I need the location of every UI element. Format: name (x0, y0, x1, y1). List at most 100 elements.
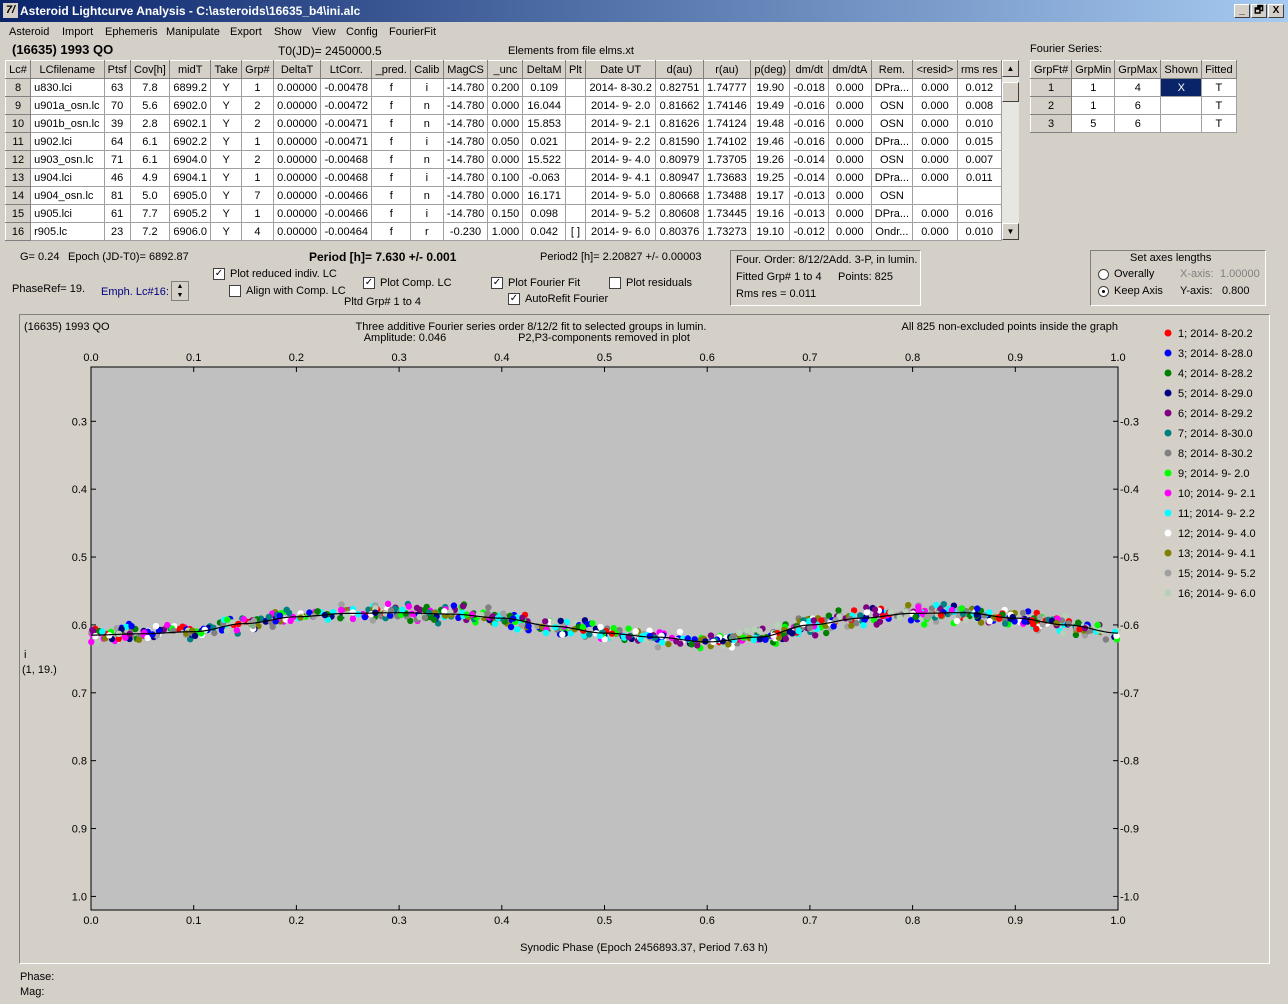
lc-table-cell[interactable]: i (410, 168, 444, 187)
lc-table-cell[interactable]: -14.780 (442, 78, 489, 97)
lc-table-cell[interactable]: r (410, 222, 444, 241)
lc-table-cell[interactable]: f (371, 132, 412, 151)
lc-table-cell[interactable]: DPra... (870, 204, 914, 223)
lc-table-cell[interactable]: 15 (4, 204, 32, 223)
lc-table-row[interactable]: 14 u904_osn.lc 81 5.0 6905.0 Y 7 0.00000 -0.0046… (4, 186, 1003, 205)
lc-table-cell[interactable]: 0.000 (912, 222, 958, 241)
lc-table-cell[interactable]: 0.00000 (272, 222, 322, 241)
lc-table-cell[interactable]: 0.00000 (272, 204, 322, 223)
lc-table-cell[interactable]: 1.73683 (702, 168, 752, 187)
lc-table-cell[interactable] (912, 186, 958, 205)
lc-table-cell[interactable]: n (410, 96, 444, 115)
lc-table-cell[interactable]: -0.00471 (320, 114, 373, 133)
lc-table-cell[interactable]: DPra... (870, 78, 914, 97)
lc-table-cell[interactable]: 19.49 (750, 96, 791, 115)
lc-table-cell[interactable]: i (410, 132, 444, 151)
plot-reduced-checkbox[interactable]: ✓ Plot reduced indiv. LC (213, 268, 337, 281)
lc-table-row[interactable]: 12 u903_osn.lc 71 6.1 6904.0 Y 2 0.00000 -0.0046… (4, 150, 1003, 169)
lc-table-col-header[interactable]: MagCS (442, 60, 489, 79)
lc-table-cell[interactable]: 6904.0 (169, 150, 212, 169)
lc-table-cell[interactable] (564, 204, 586, 223)
lc-table-cell[interactable]: Y (210, 150, 242, 169)
lc-table-col-header[interactable]: r(au) (702, 60, 752, 79)
fourier-table-cell[interactable]: T (1201, 78, 1237, 97)
lc-table-cell[interactable]: -0.00472 (320, 96, 373, 115)
table-scrollbar[interactable]: ▲ ▼ (1002, 60, 1019, 240)
lc-table-cell[interactable]: 1 (240, 78, 274, 97)
fourier-table-col-header[interactable]: Shown (1160, 60, 1203, 79)
lc-table-cell[interactable]: 0.010 (956, 222, 1003, 241)
lc-table-cell[interactable]: 0.050 (487, 132, 524, 151)
lc-table-cell[interactable]: 7.8 (129, 78, 171, 97)
lc-table-cell[interactable]: f (371, 114, 412, 133)
lc-table-cell[interactable]: 0.000 (912, 78, 958, 97)
plot-residuals-checkbox[interactable]: Plot residuals (609, 277, 692, 290)
lc-table-col-header[interactable]: Take (210, 60, 242, 79)
lc-table-cell[interactable]: f (371, 168, 412, 187)
lc-table-cell[interactable]: 13 (4, 168, 32, 187)
lc-table-cell[interactable]: Y (210, 222, 242, 241)
lc-table-col-header[interactable]: LtCorr. (320, 60, 373, 79)
lc-table-cell[interactable]: -14.780 (442, 132, 489, 151)
lc-table-cell[interactable]: u830.lci (30, 78, 105, 97)
lc-table-cell[interactable]: 1 (240, 168, 274, 187)
lc-table-cell[interactable]: 0.000 (828, 168, 872, 187)
lc-table-cell[interactable]: f (371, 186, 412, 205)
lc-table-cell[interactable]: 2014- 9- 4.0 (584, 150, 657, 169)
lc-table-cell[interactable]: -0.063 (522, 168, 566, 187)
lc-table-cell[interactable]: -14.780 (442, 114, 489, 133)
lc-table-cell[interactable]: 23 (103, 222, 131, 241)
lc-table-cell[interactable]: 46 (103, 168, 131, 187)
lc-table-cell[interactable]: f (371, 204, 412, 223)
lc-table-cell[interactable]: Y (210, 114, 242, 133)
lc-table-cell[interactable]: 7.2 (129, 222, 171, 241)
lc-table-cell[interactable]: 1 (240, 204, 274, 223)
lc-table-cell[interactable]: 15.853 (522, 114, 566, 133)
lc-table-cell[interactable]: 1.73445 (702, 204, 752, 223)
lc-table-cell[interactable]: 2014- 9- 2.2 (584, 132, 657, 151)
lc-table-cell[interactable]: 6.1 (129, 132, 171, 151)
lc-table-cell[interactable] (564, 168, 586, 187)
lc-table-cell[interactable]: 0.000 (828, 186, 872, 205)
lc-table-cell[interactable]: 0.000 (912, 150, 958, 169)
lc-table-cell[interactable]: 0.100 (487, 168, 524, 187)
lc-table-cell[interactable]: 2014- 9- 2.0 (584, 96, 657, 115)
fourier-table-cell[interactable]: 1 (1071, 78, 1116, 97)
lc-table-cell[interactable]: 0.016 (956, 204, 1003, 223)
lc-table-cell[interactable]: 0.81626 (655, 114, 704, 133)
fourier-table-col-header[interactable]: GrpFt# (1029, 60, 1073, 79)
lc-table-cell[interactable]: 6.1 (129, 150, 171, 169)
lc-table-cell[interactable]: 81 (103, 186, 131, 205)
lc-table-cell[interactable]: 19.16 (750, 204, 791, 223)
fourier-table-row[interactable]: 356 T (1029, 114, 1237, 133)
lc-table-cell[interactable]: f (371, 222, 412, 241)
lc-table-col-header[interactable]: Calib (410, 60, 444, 79)
lc-table-cell[interactable]: -0.00464 (320, 222, 373, 241)
lc-table-cell[interactable]: OSN (870, 186, 914, 205)
lc-table-col-header[interactable]: Ptsf (103, 60, 131, 79)
lc-table-cell[interactable]: 0.109 (522, 78, 566, 97)
lc-table-cell[interactable]: -0.230 (442, 222, 489, 241)
lc-table-col-header[interactable]: dm/dtA (828, 60, 872, 79)
menu-ephemeris[interactable]: Ephemeris (105, 26, 158, 38)
lc-table-cell[interactable]: i (410, 204, 444, 223)
fourier-table-cell[interactable]: 2 (1029, 96, 1073, 115)
lc-table-cell[interactable]: 6902.1 (169, 114, 212, 133)
lc-table-cell[interactable]: 4 (240, 222, 274, 241)
lc-table-cell[interactable]: 9 (4, 96, 32, 115)
lc-table-cell[interactable]: Y (210, 96, 242, 115)
lc-table-cell[interactable]: 2014- 9- 2.1 (584, 114, 657, 133)
fourier-table-cell[interactable] (1160, 96, 1203, 115)
lc-table-cell[interactable]: 0.00000 (272, 168, 322, 187)
lc-table-cell[interactable]: 1.73705 (702, 150, 752, 169)
menu-manipulate[interactable]: Manipulate (166, 26, 220, 38)
lc-table-cell[interactable]: 16 (4, 222, 32, 241)
lc-table-cell[interactable]: 1.74124 (702, 114, 752, 133)
lc-table-cell[interactable]: 0.00000 (272, 78, 322, 97)
y-axis-value[interactable]: 0.800 (1222, 285, 1250, 297)
lc-table-row[interactable]: 11 u902.lci 64 6.1 6902.2 Y 1 0.00000 -0.00471 f i… (4, 132, 1003, 151)
lc-table-cell[interactable]: 0.150 (487, 204, 524, 223)
lc-table-cell[interactable]: 63 (103, 78, 131, 97)
lc-table-col-header[interactable]: Grp# (240, 60, 274, 79)
lc-table-cell[interactable]: 0.000 (828, 78, 872, 97)
